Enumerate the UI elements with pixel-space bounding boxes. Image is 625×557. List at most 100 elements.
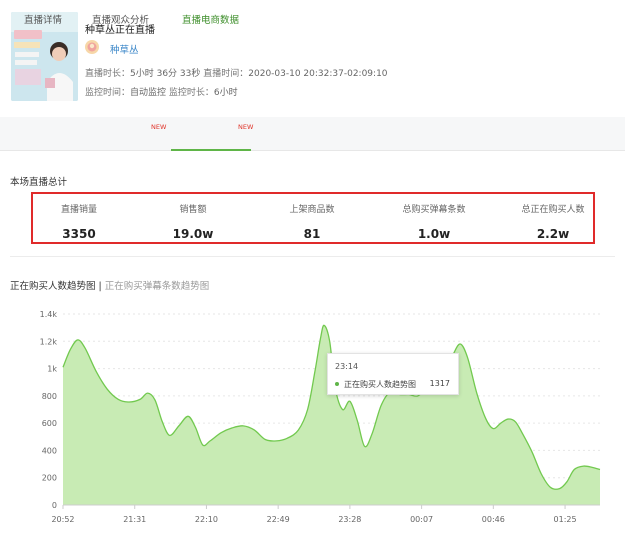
data-point <box>177 424 180 427</box>
data-point <box>356 419 359 422</box>
stat-label: 总购买弹幕条数 <box>402 205 466 215</box>
duration-label: 直播时长： <box>85 69 131 79</box>
tooltip-series-dot <box>335 382 339 386</box>
stat-sales-amount: 销售额 19.0w <box>138 202 248 241</box>
y-tick-label: 1.2k <box>40 337 58 346</box>
data-point <box>475 392 478 395</box>
live-duration-line: 直播时长：5小时 36分 33秒 直播时间：2020-03-10 20:32:3… <box>85 66 388 79</box>
monitor-time-label: 监控时间： <box>85 88 131 98</box>
y-axis-ticks: 0 200 400 600 800 1k 1.2k 1.4k <box>40 310 58 510</box>
data-point <box>194 426 197 429</box>
data-point <box>370 433 373 436</box>
data-point <box>499 422 502 425</box>
data-point <box>341 408 344 411</box>
data-point <box>153 398 156 401</box>
y-tick-label: 600 <box>42 419 57 428</box>
data-point <box>187 415 190 418</box>
y-tick-label: 1.4k <box>40 310 58 319</box>
stat-value: 2.2w <box>536 227 570 241</box>
data-point <box>161 420 164 423</box>
stat-value: 19.0w <box>172 227 214 241</box>
live-time-value: 2020-03-10 20:32:37-02:09:10 <box>248 69 388 79</box>
data-point <box>348 400 351 403</box>
stat-value: 81 <box>303 227 321 241</box>
data-point <box>492 427 495 430</box>
y-tick-label: 400 <box>42 446 57 455</box>
data-point <box>209 439 212 442</box>
monitor-line: 监控时间：自动监控 监控时长：6小时 <box>85 85 238 98</box>
data-point <box>380 404 383 407</box>
x-tick-label: 22:49 <box>267 515 290 524</box>
summary-title: 本场直播总计 <box>10 177 68 188</box>
tab-audience-analysis[interactable]: 直播观众分析 <box>92 12 149 26</box>
x-tick-label: 00:07 <box>410 515 433 524</box>
stat-listed-products: 上架商品数 81 <box>257 202 367 241</box>
tab-ecommerce-data[interactable]: 直播电商数据 <box>182 12 239 26</box>
x-axis-ticks: 20:52 21:31 22:10 22:49 23:28 00:07 00:46 01:25 <box>51 505 577 524</box>
data-point <box>313 370 316 373</box>
buyers-trend-chart[interactable]: 02004006008001k1.2k1.4k 20:52 21:31 22:10 2… <box>0 300 625 557</box>
data-point <box>363 445 366 448</box>
stat-purchase-comments: 总购买弹幕条数 1.0w <box>379 202 489 241</box>
buyers-trend-toggle[interactable]: 正在购买人数趋势图 <box>10 281 96 292</box>
data-point <box>76 338 79 341</box>
data-point <box>275 439 278 442</box>
comments-trend-toggle[interactable]: 正在购买弹幕条数趋势图 <box>105 281 210 292</box>
data-point <box>95 370 98 373</box>
stat-label: 总正在购买人数 <box>521 205 585 215</box>
data-point <box>264 438 267 441</box>
data-point <box>146 392 149 395</box>
data-point <box>599 468 602 471</box>
data-point <box>231 426 234 429</box>
tab-bar <box>0 117 625 151</box>
data-point <box>220 431 223 434</box>
x-tick-label: 01:25 <box>554 515 577 524</box>
data-point <box>84 347 87 350</box>
x-tick-label: 23:28 <box>338 515 361 524</box>
data-point <box>558 487 561 490</box>
data-point <box>319 337 322 340</box>
monitor-time-value: 自动监控 <box>130 88 167 98</box>
data-point <box>459 343 462 346</box>
data-point <box>306 408 309 411</box>
y-tick-label: 1k <box>47 365 57 374</box>
data-point <box>106 388 109 391</box>
stat-label: 销售额 <box>179 205 207 215</box>
data-point <box>62 366 65 369</box>
data-point <box>253 428 256 431</box>
stat-sales-volume: 直播销量 3350 <box>24 202 134 241</box>
live-time-label: 直播时间： <box>203 69 249 79</box>
y-tick-label: 0 <box>52 501 57 510</box>
new-badge-ecommerce: NEW <box>238 123 254 131</box>
anchor-name-link[interactable]: 种草丛 <box>110 42 139 56</box>
data-point <box>521 433 524 436</box>
data-point <box>201 443 204 446</box>
stat-label: 直播销量 <box>60 205 97 215</box>
tooltip-series-name: 正在购买人数趋势图 <box>344 380 416 389</box>
data-point <box>582 465 585 468</box>
monitor-duration-label: 监控时长： <box>168 88 214 98</box>
anchor-avatar[interactable] <box>85 40 99 54</box>
x-tick-label: 21:31 <box>123 515 146 524</box>
data-point <box>507 418 510 421</box>
data-point <box>573 468 576 471</box>
duration-value: 5小时 36分 33秒 <box>130 69 201 79</box>
data-point <box>530 450 533 453</box>
new-badge-audience: NEW <box>151 123 167 131</box>
data-point <box>591 466 594 469</box>
y-tick-label: 200 <box>42 474 57 483</box>
data-point <box>128 400 131 403</box>
tab-live-details[interactable]: 直播详情 <box>24 12 62 26</box>
summary-stats-box: 直播销量 3350 销售额 19.0w 上架商品数 81 总购买弹幕条数 1.0… <box>31 192 595 244</box>
chart-tooltip: 23:14 正在购买人数趋势图 1317 <box>327 353 459 395</box>
data-point <box>286 437 289 440</box>
data-point <box>139 398 142 401</box>
chart-switch: 正在购买人数趋势图 | 正在购买弹幕条数趋势图 <box>10 278 209 292</box>
data-point <box>69 348 72 351</box>
data-point <box>117 398 120 401</box>
data-point <box>297 428 300 431</box>
x-tick-label: 22:10 <box>195 515 218 524</box>
data-point <box>514 420 517 423</box>
stat-label: 上架商品数 <box>289 205 335 215</box>
switch-separator: | <box>98 281 102 292</box>
